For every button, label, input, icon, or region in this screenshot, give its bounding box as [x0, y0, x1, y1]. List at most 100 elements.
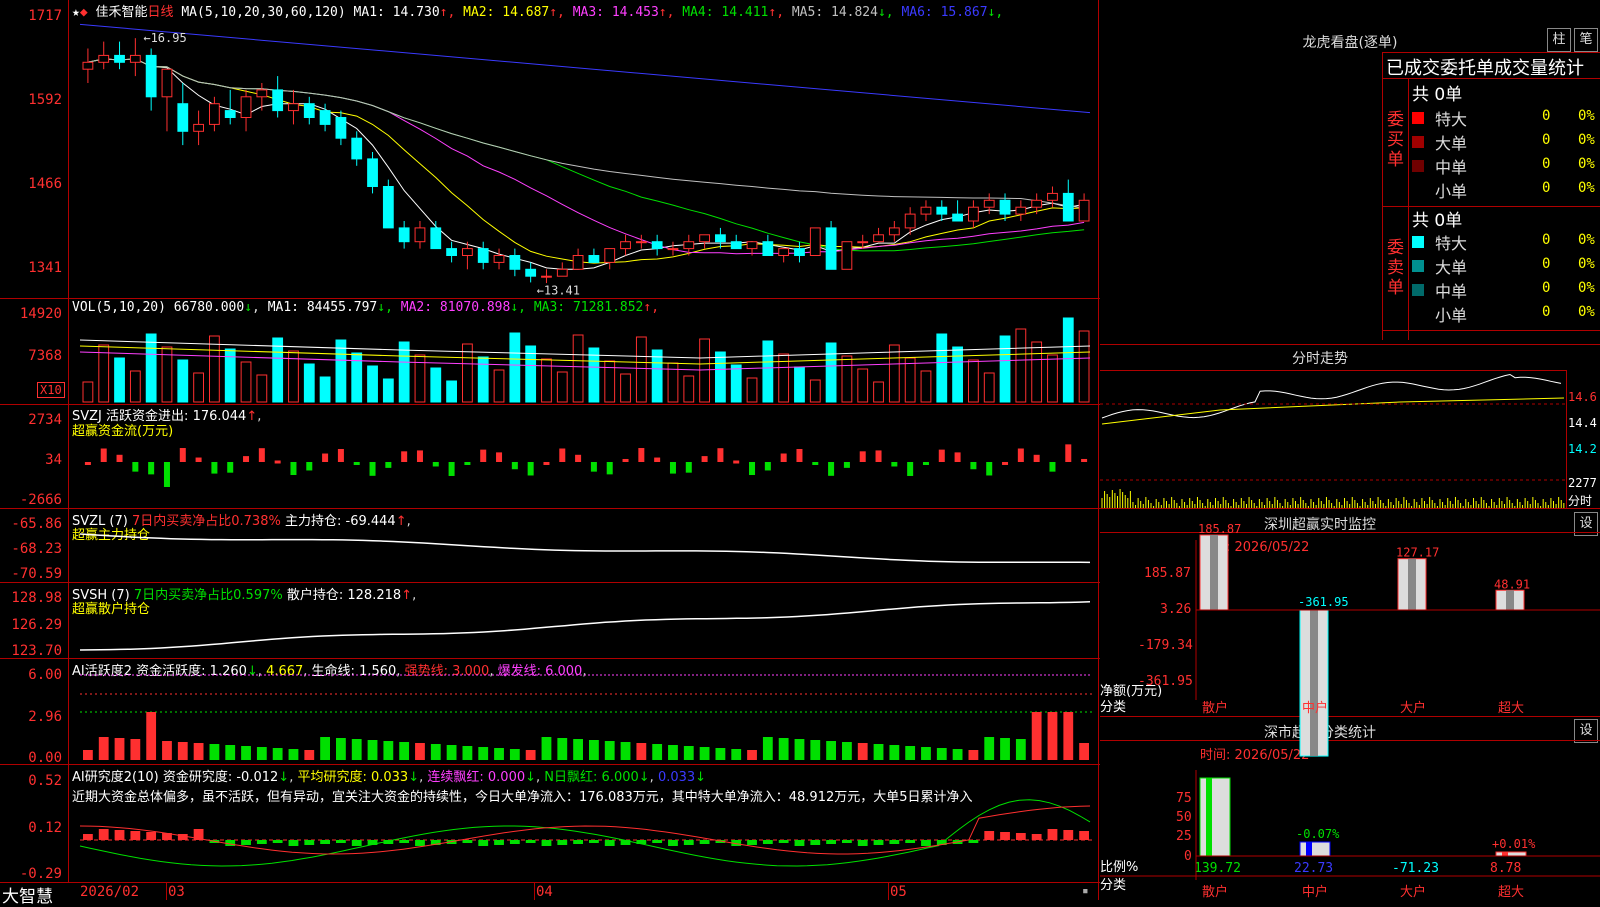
candle-body — [525, 268, 537, 277]
research-bar — [889, 840, 900, 844]
ma-line-2 — [87, 58, 1085, 264]
research-bar — [494, 840, 504, 845]
svzj-bar — [464, 462, 471, 465]
right-charts-canvas: 185.87 散户 -361.95 中户 127.17 大户 48.91 超大 139.72 散户… — [1100, 373, 1600, 900]
ai-active-bar — [241, 746, 251, 760]
volume-bar — [430, 367, 442, 403]
research-bar — [683, 840, 694, 845]
volume-bar — [825, 342, 837, 403]
order-swatch — [1412, 160, 1424, 172]
volume-bar — [699, 338, 710, 403]
svzj-bar — [1017, 448, 1024, 462]
ai-active-bar — [288, 749, 299, 760]
research-bar — [1015, 833, 1026, 840]
candle-body — [288, 103, 299, 112]
volume-bar — [651, 349, 663, 403]
svzj-bar — [116, 454, 123, 462]
svzj-bar — [385, 462, 392, 468]
ai-active-bar — [905, 746, 916, 760]
intraday-price-line — [1101, 373, 1562, 419]
svzj-bar — [511, 462, 518, 470]
research-bar — [668, 840, 678, 846]
svzj-bar — [891, 462, 898, 467]
svzj-bar — [685, 462, 692, 473]
order-swatch — [1412, 284, 1424, 296]
high-label: ←16.95 — [143, 31, 186, 45]
research-bar — [241, 840, 251, 845]
candle-body — [335, 117, 347, 139]
order-row-pct: 0% — [1578, 280, 1595, 296]
research-bar — [1079, 831, 1089, 840]
volume-bar — [572, 334, 584, 403]
order-swatch — [1412, 184, 1424, 196]
svzj-bar — [654, 457, 661, 462]
svzj-bar — [922, 462, 929, 465]
volume-bar — [145, 333, 157, 403]
monitor-bar-inner — [1210, 535, 1218, 610]
chart-canvas[interactable]: ←16.95 ←13.41 — [0, 0, 1100, 900]
ai-active-bar — [1047, 712, 1058, 760]
research-bar — [921, 840, 931, 846]
svzj-bar — [527, 462, 534, 476]
ai-active-bar — [668, 745, 678, 760]
svzj-bar — [559, 448, 566, 462]
ai-active-bar — [984, 737, 995, 760]
svzj-bar — [416, 450, 423, 462]
svzj-bar — [859, 451, 866, 462]
ai-active-bar — [177, 742, 188, 760]
ai-active-bar — [683, 746, 694, 760]
candle-body — [572, 255, 584, 270]
class-category: 大户 — [1400, 884, 1426, 900]
candle-body — [224, 110, 236, 118]
research-bar — [968, 840, 979, 843]
main-chart-area[interactable]: ★◆ 佳禾智能日线 MA(5,10,20,30,60,120) MA1: 14.… — [0, 0, 1100, 907]
candle-body — [809, 227, 821, 256]
candle-body — [667, 248, 679, 251]
candle-body — [620, 241, 631, 250]
svzj-bar — [764, 462, 771, 471]
svzj-bar — [211, 462, 218, 474]
order-row-name: 大单 — [1435, 134, 1468, 153]
candle-body — [256, 89, 268, 98]
order-row-count: 0 — [1542, 132, 1551, 148]
class-bar-label: -0.07% — [1296, 827, 1340, 841]
ai-active-bar — [320, 737, 330, 760]
ai-active-bar — [857, 743, 868, 760]
ai-active-bar — [557, 738, 568, 760]
ai-active-bar — [494, 748, 504, 760]
order-row-count: 0 — [1542, 156, 1551, 172]
volume-bar — [588, 347, 600, 403]
candle-body — [240, 96, 252, 119]
svzj-bar — [796, 449, 803, 462]
svzj-bar — [84, 462, 91, 465]
ai-active-bar — [98, 737, 109, 760]
ai-active-bar — [272, 748, 283, 760]
candle-body — [82, 61, 94, 70]
svzj-bar — [148, 462, 155, 475]
research-bar — [462, 840, 473, 843]
candle-body — [477, 248, 489, 263]
volume-bar — [920, 370, 932, 403]
svzj-bar — [306, 462, 313, 471]
candle-body — [857, 241, 869, 244]
candle-body — [272, 89, 284, 112]
svzj-bar — [1065, 444, 1072, 462]
candle-body — [952, 213, 963, 222]
candle-body — [873, 234, 884, 243]
class-category: 超大 — [1498, 885, 1524, 900]
candle-body — [794, 248, 805, 257]
ma-line-6 — [79, 23, 1091, 114]
volume-bar — [367, 365, 378, 403]
research-bar — [794, 840, 805, 846]
candle-body — [161, 68, 173, 98]
research-bar — [288, 840, 299, 846]
order-row-name: 中单 — [1435, 158, 1468, 177]
candle-body — [351, 137, 363, 160]
candle-body — [920, 206, 932, 215]
svzj-bar — [875, 450, 882, 462]
svzj-bar — [986, 462, 993, 476]
svzl-line — [79, 533, 1091, 564]
volume-bar — [177, 359, 189, 403]
svzj-bar — [163, 462, 170, 487]
ai-active-bar — [193, 743, 204, 760]
